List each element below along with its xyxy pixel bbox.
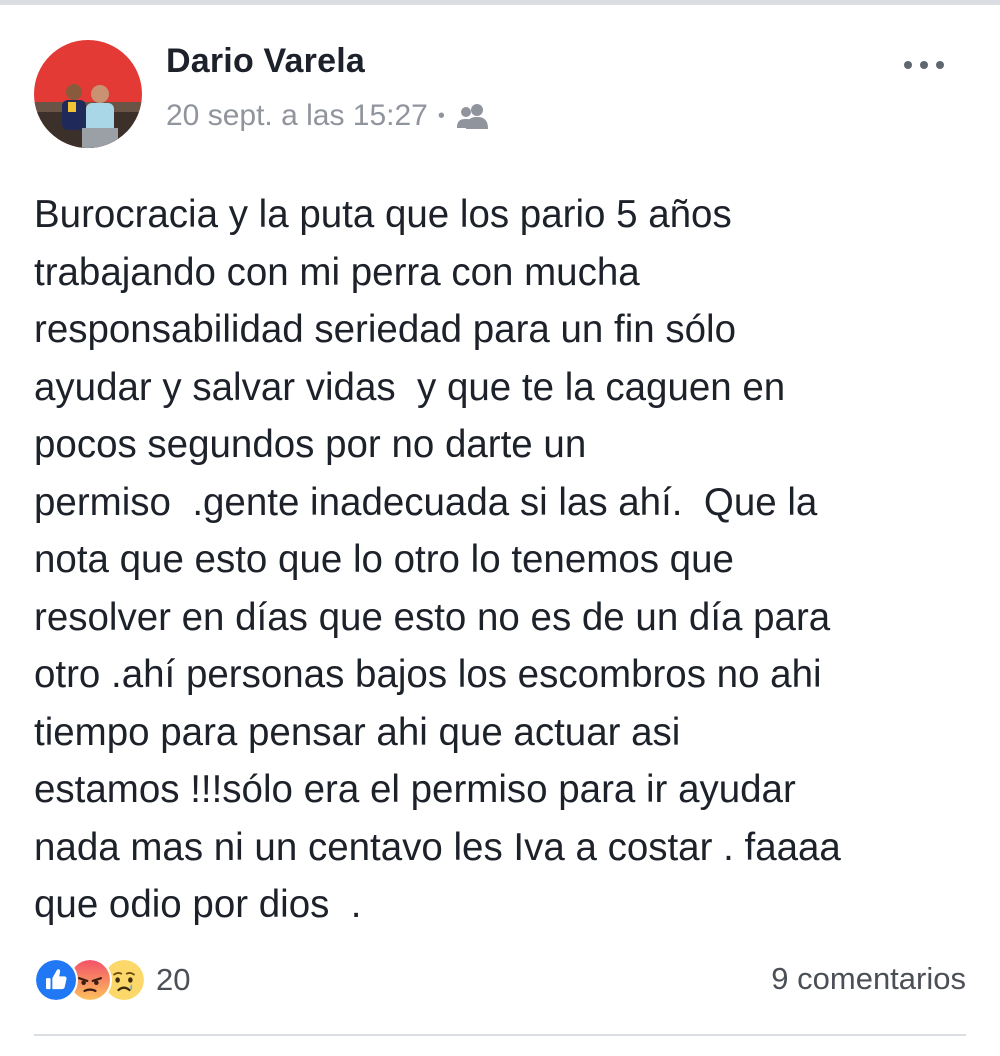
author-name[interactable]: Dario Varela	[166, 42, 365, 81]
post-timestamp[interactable]: 20 sept. a las 15:27	[166, 99, 428, 133]
avatar[interactable]	[34, 40, 142, 148]
top-border	[0, 0, 1000, 5]
comments-count-link[interactable]: 9 comentarios	[771, 961, 966, 997]
post-meta: 20 sept. a las 15:27 •	[166, 96, 493, 136]
like-icon	[34, 958, 78, 1002]
friends-icon[interactable]	[455, 102, 493, 130]
avatar-photo	[34, 40, 142, 148]
more-options-icon[interactable]	[898, 50, 952, 80]
post-body-text: Burocracia y la puta que los pario 5 año…	[34, 193, 841, 926]
reaction-count: 20	[156, 962, 191, 997]
meta-separator: •	[437, 105, 445, 127]
reactions-summary[interactable]: 20	[34, 957, 190, 1003]
footer-divider	[34, 1034, 966, 1036]
